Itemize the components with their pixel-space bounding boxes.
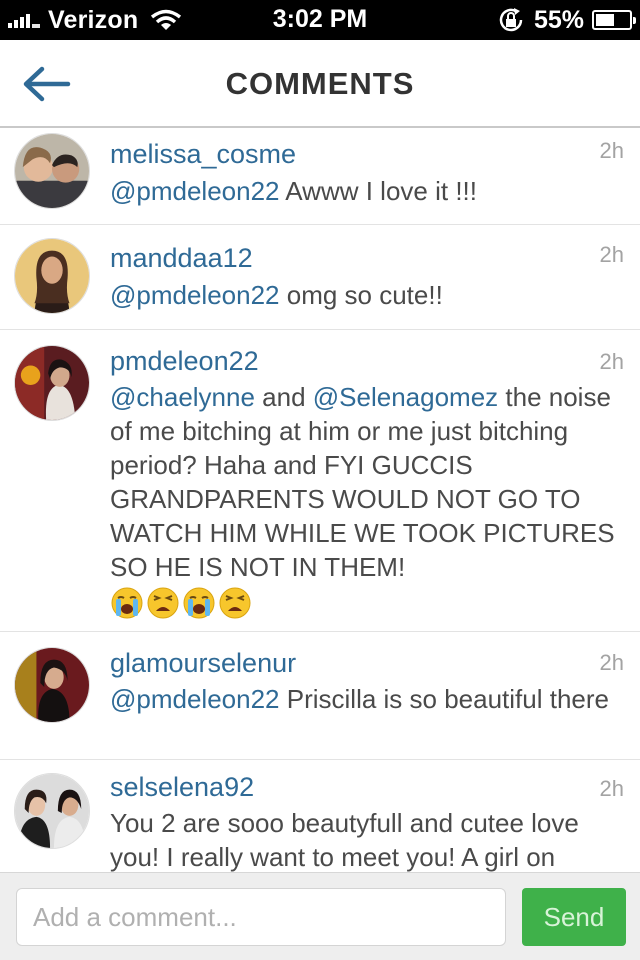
weary-face-emoji — [219, 587, 251, 619]
comment-input[interactable] — [16, 888, 506, 946]
avatar[interactable] — [14, 647, 90, 723]
list-item: glamourselenur 2h @pmdeleon22 Priscilla … — [0, 632, 640, 760]
battery-icon — [592, 10, 636, 30]
comment-input-bar: Send — [0, 872, 640, 960]
send-button[interactable]: Send — [522, 888, 626, 946]
crying-face-emoji — [183, 587, 215, 619]
list-item: pmdeleon22 2h @chaelynne and @Selenagome… — [0, 330, 640, 632]
comment-body: Awww I love it !!! — [279, 176, 477, 206]
page-title: COMMENTS — [225, 66, 415, 101]
rotation-lock-icon — [499, 8, 523, 32]
avatar-image — [15, 239, 89, 313]
battery-percent: 55% — [533, 5, 584, 34]
battery-fill — [596, 14, 614, 26]
comment-text: @chaelynne and @Selenagomez the noise of… — [110, 380, 615, 620]
emoji-row — [110, 586, 252, 620]
comment-username[interactable]: glamourselenur — [110, 648, 296, 679]
comment-time: 2h — [599, 650, 624, 675]
comment-connector: and — [254, 382, 313, 412]
comment-username[interactable]: melissa_cosme — [110, 139, 296, 170]
list-item: selselena92 2h You 2 are sooo beautyfull… — [0, 760, 640, 872]
carrier-name: Verizon — [48, 5, 139, 34]
weary-face-emoji — [147, 587, 179, 619]
mention-link[interactable]: @Selenagomez — [313, 382, 498, 412]
comment-text: @pmdeleon22 Priscilla is so beautiful th… — [110, 682, 615, 716]
comment-time: 2h — [599, 349, 624, 374]
mention-link[interactable]: @chaelynne — [110, 382, 255, 412]
avatar-image — [15, 774, 89, 848]
comment-time: 2h — [599, 138, 624, 163]
signal-icon — [8, 12, 40, 28]
mention-link[interactable]: @pmdeleon22 — [110, 176, 280, 206]
comment-username[interactable]: manddaa12 — [110, 243, 253, 274]
comment-body: the noise of me bitching at him or me ju… — [110, 382, 615, 582]
crying-face-emoji — [111, 587, 143, 619]
comment-username[interactable]: selselena92 — [110, 772, 254, 803]
avatar-image — [15, 346, 89, 420]
status-right: 55% — [496, 0, 636, 40]
list-item: melissa_cosme 2h @pmdeleon22 Awww I love… — [0, 128, 640, 225]
comment-body: omg so cute!! — [279, 280, 443, 310]
avatar[interactable] — [14, 133, 90, 209]
list-item: manddaa12 2h @pmdeleon22 omg so cute!! — [0, 225, 640, 330]
status-bar: Verizon 3:02 PM 55% — [0, 0, 640, 40]
comment-list: melissa_cosme 2h @pmdeleon22 Awww I love… — [0, 128, 640, 872]
avatar[interactable] — [14, 345, 90, 421]
comment-text: @pmdeleon22 omg so cute!! — [110, 278, 615, 312]
comment-time: 2h — [599, 242, 624, 267]
comment-body: Priscilla is so beautiful there — [279, 684, 609, 714]
mention-link[interactable]: @pmdeleon22 — [110, 684, 280, 714]
header: COMMENTS — [0, 40, 640, 128]
avatar[interactable] — [14, 773, 90, 849]
avatar[interactable] — [14, 238, 90, 314]
wifi-icon — [151, 9, 182, 30]
comment-username[interactable]: pmdeleon22 — [110, 346, 259, 377]
comment-text: @pmdeleon22 Awww I love it !!! — [110, 174, 615, 208]
avatar-image — [15, 648, 89, 722]
mention-link[interactable]: @pmdeleon22 — [110, 280, 280, 310]
comment-time: 2h — [599, 776, 624, 801]
comment-text: You 2 are sooo beautyfull and cutee love… — [110, 808, 579, 872]
status-left: Verizon — [8, 0, 182, 40]
avatar-image — [15, 134, 89, 208]
